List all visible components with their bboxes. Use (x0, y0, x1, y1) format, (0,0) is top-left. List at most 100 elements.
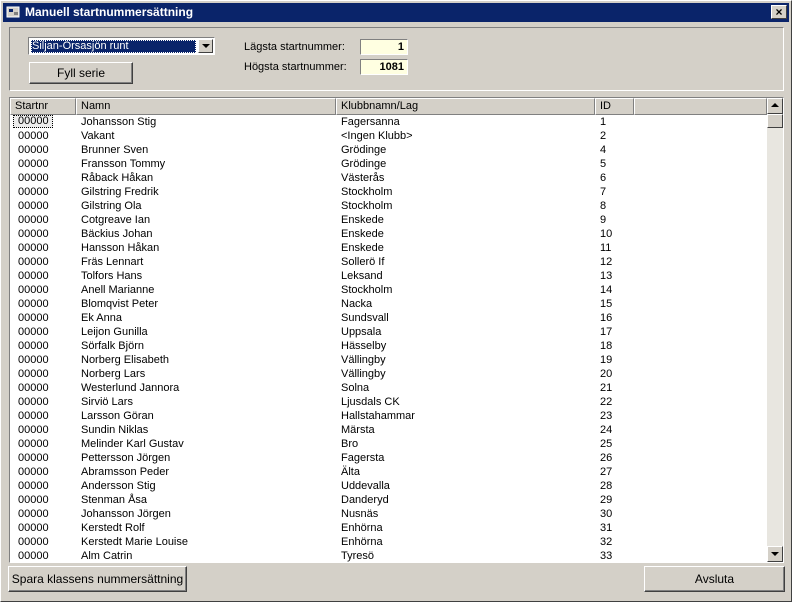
cell-club: Stockholm (341, 200, 393, 212)
cell-id: 23 (600, 410, 613, 422)
cell-startnr: 00000 (18, 494, 49, 506)
highest-startnumber-field[interactable]: 1081 (360, 59, 408, 75)
app-icon (6, 6, 20, 18)
cell-club: Västerås (341, 172, 385, 184)
table-row[interactable]: 00000 Cotgreave Ian Enskede 9 (10, 213, 767, 227)
table-row[interactable]: 00000 Abramsson Peder Älta 27 (10, 465, 767, 479)
chevron-down-icon[interactable] (198, 39, 213, 53)
cell-id: 8 (600, 200, 607, 212)
table-row[interactable]: 00000 Brunner Sven Grödinge 4 (10, 143, 767, 157)
cell-id: 1 (600, 116, 607, 128)
cell-startnr: 00000 (13, 115, 53, 128)
close-button[interactable]: × (771, 5, 787, 19)
cell-id: 32 (600, 536, 613, 548)
cell-name: Kerstedt Rolf (81, 522, 145, 534)
scroll-up-icon[interactable] (767, 98, 783, 114)
table-row[interactable]: 00000 Andersson Stig Uddevalla 28 (10, 479, 767, 493)
cell-name: Andersson Stig (81, 480, 156, 492)
cell-club: Nusnäs (341, 508, 379, 520)
table-row[interactable]: 00000 Leijon Gunilla Uppsala 17 (10, 325, 767, 339)
cell-name: Sundin Niklas (81, 424, 149, 436)
cell-club: Ljusdals CK (341, 396, 400, 408)
cell-id: 11 (600, 242, 612, 254)
cell-name: Råback Håkan (81, 172, 154, 184)
table-row[interactable]: 00000 Gilstring Ola Stockholm 8 (10, 199, 767, 213)
cell-id: 21 (600, 382, 613, 394)
table-row[interactable]: 00000 Alm Catrin Tyresö 33 (10, 549, 767, 562)
cell-id: 7 (600, 186, 607, 198)
cell-club: Solna (341, 382, 370, 394)
title-bar[interactable]: Manuell startnummersättning × (3, 3, 789, 22)
window-title: Manuell startnummersättning (25, 5, 194, 19)
cell-club: Fagersta (341, 452, 385, 464)
fill-series-button[interactable]: Fyll serie (29, 62, 133, 84)
table-row[interactable]: 00000 Melinder Karl Gustav Bro 25 (10, 437, 767, 451)
table-row[interactable]: 00000 Westerlund Jannora Solna 21 (10, 381, 767, 395)
cell-name: Bäckius Johan (81, 228, 153, 240)
table-row[interactable]: 00000 Ek Anna Sundsvall 16 (10, 311, 767, 325)
table-row[interactable]: 00000 Kerstedt Marie Louise Enhörna 32 (10, 535, 767, 549)
cell-id: 16 (600, 312, 613, 324)
save-numbering-button[interactable]: Spara klassens nummersättning (8, 566, 187, 592)
table-row[interactable]: 00000 Pettersson Jörgen Fagersta 26 (10, 451, 767, 465)
cell-startnr: 00000 (18, 228, 49, 240)
cell-club: Danderyd (341, 494, 389, 506)
scroll-down-icon[interactable] (767, 546, 783, 562)
cell-id: 25 (600, 438, 613, 450)
cell-club: Uppsala (341, 326, 382, 338)
table-row[interactable]: 00000 Larsson Göran Hallstahammar 23 (10, 409, 767, 423)
table-row[interactable]: 00000 Norberg Lars Vällingby 20 (10, 367, 767, 381)
table-row[interactable]: 00000 Blomqvist Peter Nacka 15 (10, 297, 767, 311)
scroll-thumb[interactable] (767, 114, 783, 128)
column-header-club[interactable]: Klubbnamn/Lag (336, 98, 595, 115)
cell-startnr: 00000 (18, 200, 49, 212)
cell-id: 17 (600, 326, 613, 338)
cell-startnr: 00000 (18, 354, 49, 366)
cell-id: 31 (600, 522, 613, 534)
cell-club: Vällingby (341, 368, 386, 380)
column-header-id[interactable]: ID (595, 98, 634, 115)
table-row[interactable]: 00000 Vakant <Ingen Klubb> 2 (10, 129, 767, 143)
cell-name: Johansson Jörgen (81, 508, 171, 520)
cell-id: 2 (600, 130, 607, 142)
cell-id: 13 (600, 270, 613, 282)
vertical-scrollbar[interactable] (767, 98, 783, 562)
cell-id: 15 (600, 298, 613, 310)
table-row[interactable]: 00000 Johansson Jörgen Nusnäs 30 (10, 507, 767, 521)
table-row[interactable]: 00000 Norberg Elisabeth Vällingby 19 (10, 353, 767, 367)
table-row[interactable]: 00000 Johansson Stig Fagersanna 1 (10, 115, 767, 129)
cell-startnr: 00000 (18, 536, 49, 548)
table-row[interactable]: 00000 Sirviö Lars Ljusdals CK 22 (10, 395, 767, 409)
table-row[interactable]: 00000 Tolfors Hans Leksand 13 (10, 269, 767, 283)
table-row[interactable]: 00000 Hansson Håkan Enskede 11 (10, 241, 767, 255)
cell-startnr: 00000 (18, 326, 49, 338)
table-row[interactable]: 00000 Bäckius Johan Enskede 10 (10, 227, 767, 241)
table-row[interactable]: 00000 Fransson Tommy Grödinge 5 (10, 157, 767, 171)
cell-name: Melinder Karl Gustav (81, 438, 184, 450)
table-row[interactable]: 00000 Sörfalk Björn Hässelby 18 (10, 339, 767, 353)
cell-id: 18 (600, 340, 613, 352)
column-header-empty[interactable] (634, 98, 767, 115)
class-select[interactable]: Siljan-Orsasjön runt (28, 37, 215, 55)
table-row[interactable]: 00000 Anell Marianne Stockholm 14 (10, 283, 767, 297)
table-row[interactable]: 00000 Stenman Åsa Danderyd 29 (10, 493, 767, 507)
column-header-startnr[interactable]: Startnr (10, 98, 76, 115)
lowest-startnumber-field[interactable]: 1 (360, 39, 408, 55)
table-row[interactable]: 00000 Sundin Niklas Märsta 24 (10, 423, 767, 437)
cell-club: Nacka (341, 298, 373, 310)
app-window: Manuell startnummersättning × Siljan-Ors… (0, 0, 792, 602)
table-row[interactable]: 00000 Kerstedt Rolf Enhörna 31 (10, 521, 767, 535)
cell-name: Vakant (81, 130, 115, 142)
cell-startnr: 00000 (18, 298, 49, 310)
table-row[interactable]: 00000 Fräs Lennart Sollerö If 12 (10, 255, 767, 269)
column-header-name[interactable]: Namn (76, 98, 336, 115)
cell-startnr: 00000 (18, 186, 49, 198)
cell-club: Enskede (341, 214, 384, 226)
cell-id: 27 (600, 466, 613, 478)
participants-grid[interactable]: Startnr Namn Klubbnamn/Lag ID 00000 Johan… (9, 97, 784, 563)
cell-name: Abramsson Peder (81, 466, 170, 478)
table-row[interactable]: 00000 Råback Håkan Västerås 6 (10, 171, 767, 185)
cell-startnr: 00000 (18, 130, 49, 142)
table-row[interactable]: 00000 Gilstring Fredrik Stockholm 7 (10, 185, 767, 199)
exit-button[interactable]: Avsluta (644, 566, 785, 592)
